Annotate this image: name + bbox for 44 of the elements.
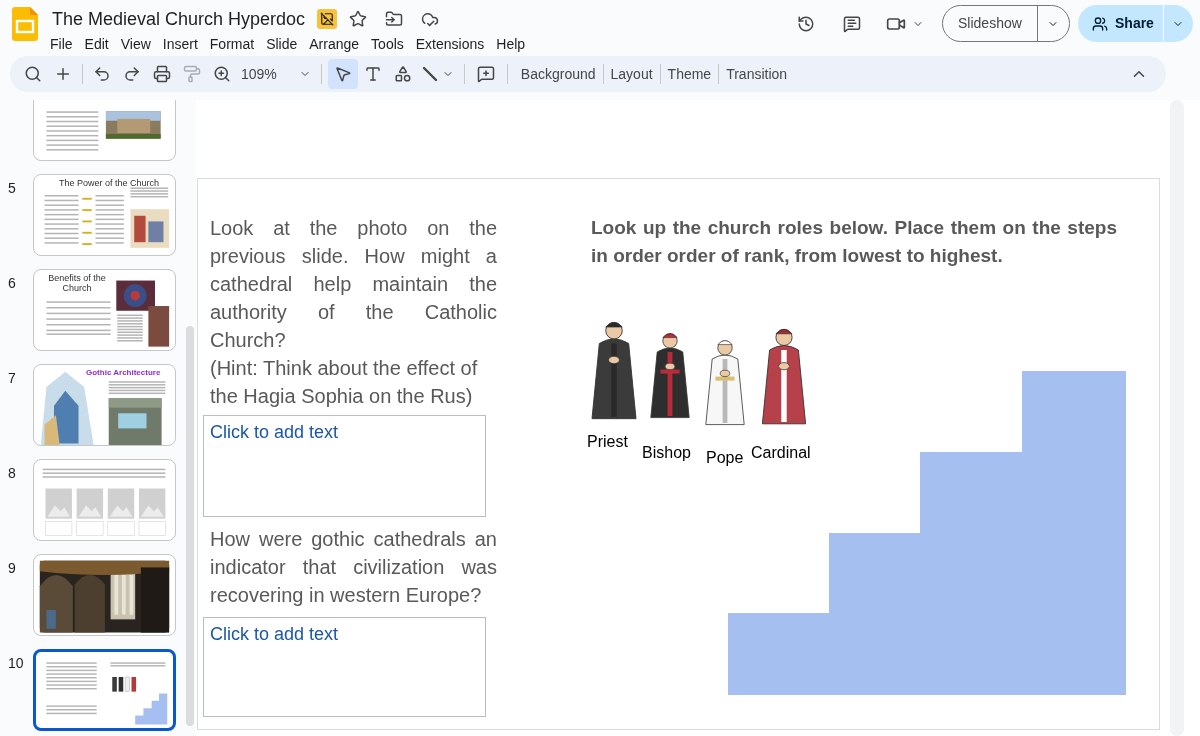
- thumbnail-title: Gothic Architecture: [86, 368, 161, 378]
- toolbar-button[interactable]: Background: [513, 59, 603, 89]
- scrollbar-thumb[interactable]: [186, 326, 194, 726]
- menu-item[interactable]: Format: [203, 35, 261, 53]
- slide-number: 8: [8, 465, 16, 481]
- hint-text: (Hint: Think about the effect of the Hagia Sophia on the Rus): [210, 356, 479, 409]
- menu-item[interactable]: Help: [490, 35, 532, 53]
- role-label: Bishop: [642, 444, 691, 462]
- instructions-text: Look up the church roles below. Place them on the steps in order order of rank, from lowest to highest.: [591, 216, 1117, 268]
- role-label: Priest: [587, 433, 628, 451]
- menu-item[interactable]: Slide: [260, 35, 304, 53]
- toolbar-button[interactable]: Theme: [660, 59, 719, 89]
- menu-item[interactable]: File: [50, 35, 79, 53]
- role-label: Pope: [706, 449, 744, 467]
- answer-box[interactable]: Click to add text: [203, 617, 486, 717]
- document-title[interactable]: The Medieval Church Hyperdoc: [50, 7, 308, 31]
- menu-item[interactable]: View: [114, 35, 157, 53]
- answer-box[interactable]: Click to add text: [203, 415, 486, 517]
- question-text: Look at the photo on the previous slide. How might a cathedral help maintain the authority of the Catholic Church?: [210, 216, 497, 353]
- image-off-icon[interactable]: [317, 9, 338, 29]
- slide-number: 9: [8, 560, 16, 576]
- toolbar-button[interactable]: Layout: [603, 59, 660, 89]
- slide-thumbnail[interactable]: The Power of the Church: [33, 174, 176, 256]
- slide-thumbnail[interactable]: Benefits of the Church: [33, 269, 176, 351]
- slide-thumbnail[interactable]: Gothic Architecture: [33, 364, 176, 446]
- select-tool-icon[interactable]: [327, 59, 358, 89]
- slide-number: 6: [8, 275, 16, 291]
- line-icon: [421, 66, 438, 82]
- menu-item[interactable]: Edit: [78, 35, 115, 53]
- slide-thumbnail[interactable]: [33, 649, 176, 731]
- slide-number: 5: [8, 180, 16, 196]
- menu-item[interactable]: Arrange: [303, 35, 366, 53]
- menu-item[interactable]: Extensions: [409, 35, 491, 53]
- role-label: Cardinal: [751, 444, 811, 462]
- slide-number: 7: [8, 370, 16, 386]
- menu-item[interactable]: Insert: [156, 35, 204, 53]
- question-text: How were gothic cathedrals an indicator that civilization was recovering in western Europe?: [210, 527, 497, 608]
- menu-item[interactable]: Tools: [365, 35, 410, 53]
- thumbnail-title: The Power of the Church: [59, 178, 160, 188]
- people-icon: [1092, 15, 1108, 32]
- toolbar-button[interactable]: Transition: [719, 59, 795, 89]
- zoom-dropdown[interactable]: 109%: [237, 59, 315, 89]
- thumbnail-title: Benefits of the Church: [47, 273, 107, 293]
- slide-number: 10: [8, 655, 24, 671]
